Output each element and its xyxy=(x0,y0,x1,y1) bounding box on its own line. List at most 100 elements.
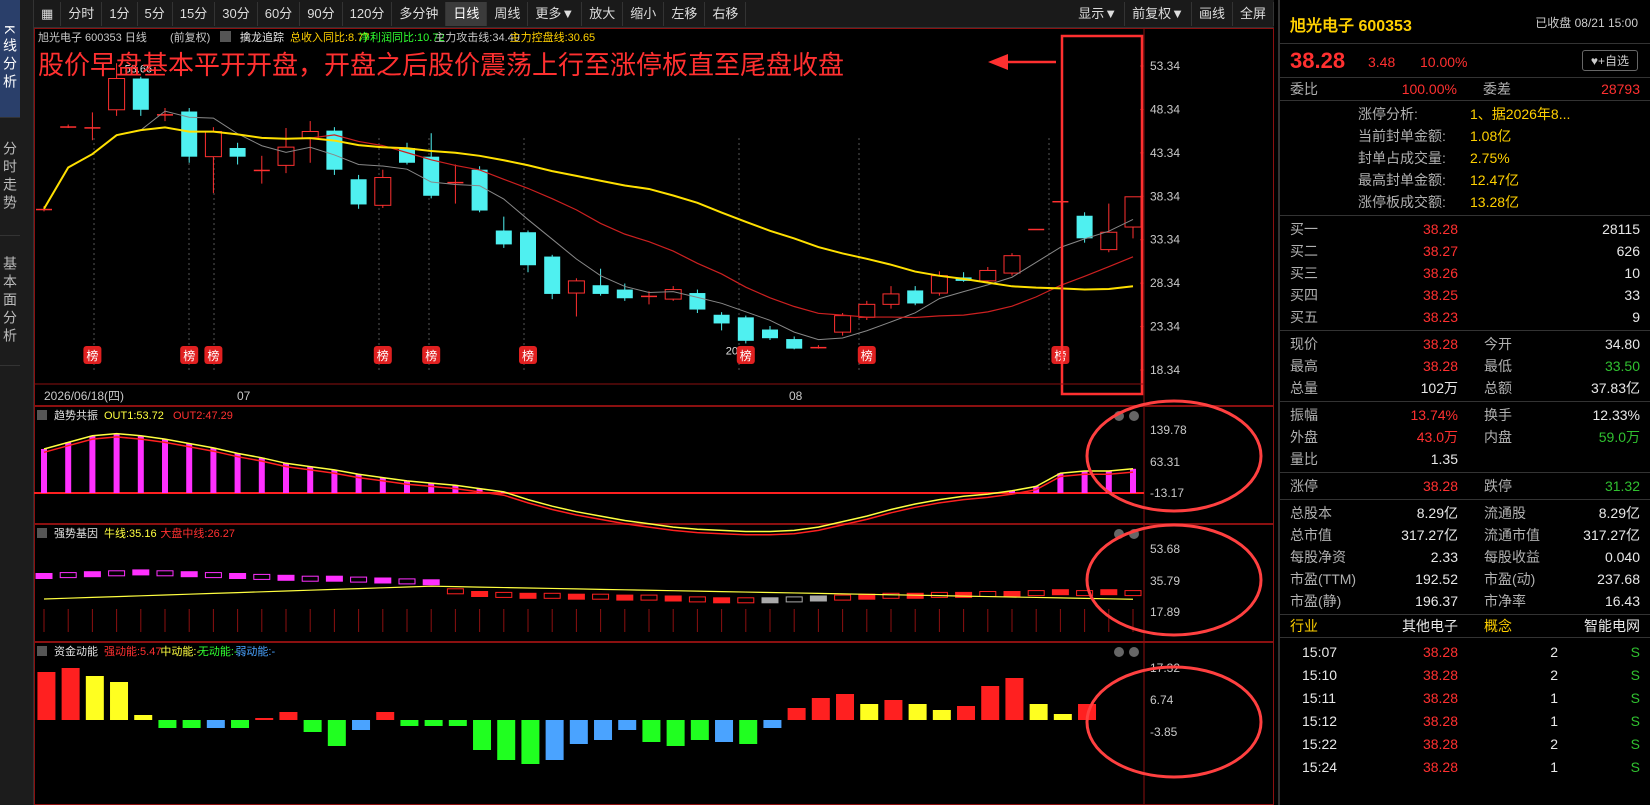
quote-row: 现价 38.28 今开 34.80 xyxy=(1280,333,1650,355)
sub2-block xyxy=(761,597,779,604)
period-button-4[interactable]: 30分 xyxy=(215,1,258,26)
quote-row: 振幅 13.74% 换手 12.33% xyxy=(1280,404,1650,426)
sub-indicator-value: 大盘中线:26.27 xyxy=(160,526,235,540)
price-change: 3.48 xyxy=(1368,54,1396,70)
quote-label: 跌停 xyxy=(1484,478,1512,494)
candle-body xyxy=(858,303,876,318)
period-button-10[interactable]: 周线 xyxy=(487,1,529,26)
quote-value: 38.28 xyxy=(1422,478,1458,494)
kline-chart-svg[interactable]: 旭光电子 600353 日线 (前复权) 擒龙追踪 总收入同比:8.77净利润同比:1… xyxy=(34,28,1274,805)
sub3-bar xyxy=(1053,714,1072,720)
bid-label: 买三 xyxy=(1290,265,1318,281)
tick-list[interactable]: 15:07 38.28 2 S 15:10 38.28 2 S 15:11 38.28 1 S 15:1… xyxy=(1280,637,1650,778)
app-root: K线分析 分时走势 基本面分析 ▦ 分时 1分 5分 15分 30分 60分 90分 120分多… xyxy=(0,0,1650,805)
bid-price: 38.27 xyxy=(1422,243,1458,259)
toolbar-right-button-2[interactable]: 画线 xyxy=(1192,1,1233,26)
y-axis-label: 23.34 xyxy=(1150,320,1180,334)
tab-fundamental[interactable]: 基本面分析 xyxy=(0,236,20,366)
period-button-12[interactable]: 放大 xyxy=(582,1,624,26)
sub2-block xyxy=(616,594,634,601)
tick-time: 15:07 xyxy=(1302,643,1338,660)
period-button-11[interactable]: 更多▼ xyxy=(528,1,583,26)
limit-info-label: 最高封单金额: xyxy=(1358,172,1446,188)
quote-value: 43.0万 xyxy=(1416,429,1458,445)
period-button-2[interactable]: 5分 xyxy=(138,1,173,26)
sub1-bar xyxy=(113,433,120,493)
quote-value: 8.29亿 xyxy=(1416,505,1458,521)
period-button-6[interactable]: 90分 xyxy=(300,1,343,26)
period-button-14[interactable]: 左移 xyxy=(664,1,706,26)
sub3-bar xyxy=(739,720,758,744)
candle-body xyxy=(204,130,222,158)
period-button-5[interactable]: 60分 xyxy=(258,1,301,26)
candle-body xyxy=(907,290,924,304)
menu-grid-icon[interactable]: ▦ xyxy=(34,1,62,26)
period-button-7[interactable]: 120分 xyxy=(343,1,393,26)
sub3-bar xyxy=(811,698,830,720)
indicator-value: 净利润同比:10.72 xyxy=(359,30,445,44)
add-watchlist-button[interactable]: ♥+自选 xyxy=(1581,50,1638,71)
quote-block: 现价 38.28 今开 34.80 最高 38.28 最低 33.50 总量 102万 总额 37.8… xyxy=(1280,330,1650,401)
period-button-0[interactable]: 分时 xyxy=(61,1,103,26)
quote-label: 最高 xyxy=(1290,358,1318,374)
sub2-block xyxy=(567,593,585,600)
tick-price: 38.28 xyxy=(1422,712,1458,729)
limit-info-row: 涨停分析: 1、据2026年8... xyxy=(1280,103,1650,125)
quote-label: 市净率 xyxy=(1484,593,1526,609)
tick-side: S xyxy=(1630,735,1640,752)
sub2-block xyxy=(229,573,247,579)
settings-gear-icon xyxy=(1114,647,1124,657)
bid-row: 买二 38.27 626 xyxy=(1280,240,1650,262)
bid-price: 38.25 xyxy=(1422,287,1458,303)
chart-area[interactable]: 旭光电子 600353 日线 (前复权) 擒龙追踪 总收入同比:8.77 净利润同比:1… xyxy=(34,28,1274,805)
indicator-value: 主力攻击线:34.49 xyxy=(434,30,520,44)
bid-label: 买四 xyxy=(1290,287,1318,303)
tick-time: 15:12 xyxy=(1302,712,1338,729)
tab-intraday[interactable]: 分时走势 xyxy=(0,118,20,236)
period-button-13[interactable]: 缩小 xyxy=(623,1,665,26)
sub2-block xyxy=(471,591,489,597)
period-button-1[interactable]: 1分 xyxy=(102,1,138,26)
candle-body xyxy=(423,156,440,196)
tick-volume: 2 xyxy=(1550,643,1558,660)
order-book-bids: 买一 38.28 28115 买二 38.27 626 买三 38.26 10 买四 38.25 33… xyxy=(1280,215,1650,330)
bid-row: 买五 38.23 9 xyxy=(1280,306,1650,328)
period-button-8[interactable]: 多分钟 xyxy=(392,1,447,26)
bid-volume: 626 xyxy=(1616,243,1640,259)
sub1-bar xyxy=(404,480,410,493)
sub2-block xyxy=(519,592,537,599)
y-axis-label: 18.34 xyxy=(1150,363,1180,377)
quote-label: 总额 xyxy=(1484,380,1512,396)
quote-label: 每股收益 xyxy=(1484,549,1540,565)
candle-body xyxy=(132,78,149,110)
tab-kline-analysis[interactable]: K线分析 xyxy=(0,0,20,118)
bang-marker-label: 榜 xyxy=(377,348,389,363)
period-button-3[interactable]: 15分 xyxy=(173,1,216,26)
sub1-y-label: 139.78 xyxy=(1150,423,1187,437)
sub1-bar xyxy=(428,483,435,493)
toolbar-right-button-3[interactable]: 全屏 xyxy=(1233,1,1274,26)
sub1-bar xyxy=(137,435,144,493)
sub2-block xyxy=(83,571,101,578)
y-axis-label: 48.34 xyxy=(1150,102,1180,116)
period-button-9[interactable]: 日线 xyxy=(446,1,488,26)
sub3-bar xyxy=(303,720,322,732)
quote-value: 34.80 xyxy=(1604,336,1640,352)
toolbar-right-button-0[interactable]: 显示▼ xyxy=(1071,1,1126,26)
period-button-15[interactable]: 右移 xyxy=(705,1,747,26)
quote-block-2: 振幅 13.74% 换手 12.33% 外盘 43.0万 内盘 59.0万 量比 1.35 xyxy=(1280,401,1650,472)
quote-label: 市盈(动) xyxy=(1484,571,1536,587)
quote-value: 37.83亿 xyxy=(1590,380,1640,396)
limit-up-analysis: 涨停分析: 1、据2026年8... 当前封单金额: 1.08亿 封单占成交量: 2.75… xyxy=(1280,100,1650,215)
bid-price: 38.23 xyxy=(1422,309,1458,325)
tick-time: 15:24 xyxy=(1302,758,1338,775)
bid-label: 买五 xyxy=(1290,309,1318,325)
candle-body xyxy=(689,293,706,310)
candle-body xyxy=(399,147,415,163)
candle-body xyxy=(374,177,392,206)
sub2-block xyxy=(713,597,731,604)
toolbar-right-button-1[interactable]: 前复权▼ xyxy=(1125,1,1192,26)
candle-body xyxy=(930,275,948,294)
sub3-bar xyxy=(255,718,274,720)
sub1-bar xyxy=(283,463,289,493)
